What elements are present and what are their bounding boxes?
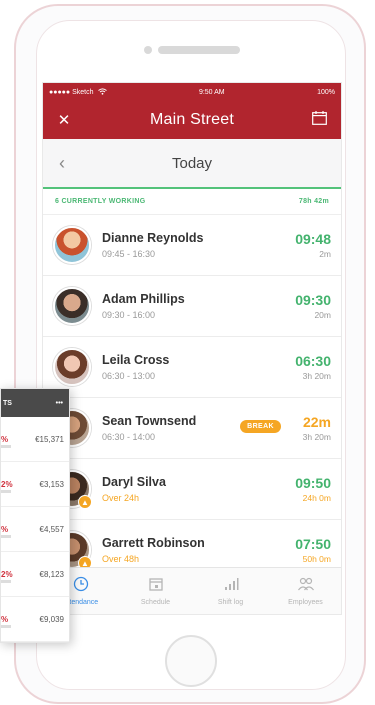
elapsed-time: 2m [319,249,331,259]
working-count-label: 6 CURRENTLY WORKING [55,198,146,205]
clock-in-time: 09:50 [295,475,331,491]
clock-in-time: 09:30 [295,292,331,308]
percent-change: 2% [1,569,13,579]
tab-employees[interactable]: Employees [268,568,341,614]
tab-label: Employees [288,599,323,606]
amount: €15,371 [35,434,64,444]
percent-change: % [1,434,9,444]
break-duration: 22m [302,414,331,430]
more-icon[interactable]: ••• [56,400,63,407]
amount: €3,153 [39,479,64,489]
list-item[interactable]: Sean Townsend 06:30 - 14:00 BREAK 22m 3h… [43,398,341,459]
percent-change: 2% [1,479,13,489]
working-summary: 6 CURRENTLY WORKING 78h 42m [43,189,341,215]
status-time: 9:50 AM [198,88,225,96]
employee-name: Leila Cross [102,353,170,367]
avatar [53,287,91,325]
tab-shift-log[interactable]: Shift log [193,568,268,614]
table-row: 2% €8,123 [1,552,69,597]
chevron-left-icon[interactable]: ‹ [59,153,65,174]
warning-icon: ▲ [78,495,92,509]
bar-chart-icon [223,576,239,596]
table-row: % €15,371 [1,417,69,462]
tab-label: Schedule [140,599,171,606]
clock-icon [73,576,89,596]
clock-in-time: 09:48 [295,231,331,247]
tab-schedule[interactable]: Schedule [118,568,193,614]
percent-change: % [1,524,9,534]
percent-change: % [1,614,9,624]
page-title: Main Street [149,111,234,128]
list-item[interactable]: Leila Cross 06:30 - 13:00 06:30 3h 20m [43,337,341,398]
elapsed-time: 50h 0m [302,554,331,564]
card-header: TS ••• [1,389,69,417]
shift-time: Over 48h [102,554,140,564]
table-row: % €9,039 [1,597,69,642]
close-icon[interactable]: ✕ [55,111,73,129]
employee-name: Daryl Silva [102,475,166,489]
battery-label: 100% [317,88,335,96]
employee-name: Dianne Reynolds [102,231,204,245]
list-item[interactable]: Dianne Reynolds 09:45 - 16:30 09:48 2m [43,215,341,276]
employee-list: Dianne Reynolds 09:45 - 16:30 09:48 2m A… [43,215,341,581]
list-item[interactable]: ▲ Daryl Silva Over 24h 09:50 24h 0m [43,459,341,520]
calendar-icon[interactable] [311,111,329,129]
people-icon [297,576,315,596]
shift-time: 09:30 - 16:00 [102,310,156,320]
tab-label: Shift log [217,599,244,606]
amount: €8,123 [39,569,64,579]
elapsed-time: 20m [314,310,331,320]
elapsed-time: 24h 0m [302,493,331,503]
card-title: TS [3,399,12,407]
elapsed-time: 3h 20m [302,371,331,381]
avatar [53,226,91,264]
table-row: 2% €3,153 [1,462,69,507]
app-screen: ●●●●● Sketch 9:50 AM 100% ✕ Main Street … [42,82,342,615]
date-selector: ‹ Today [43,139,341,189]
employee-name: Garrett Robinson [102,536,205,550]
elapsed-time: 3h 20m [302,432,331,442]
report-card: TS ••• % €15,371 2% €3,153 % €4,557 2% €… [0,388,70,643]
nav-bar: ✕ Main Street [43,101,341,139]
employee-name: Adam Phillips [102,292,185,306]
list-item[interactable]: Adam Phillips 09:30 - 16:00 09:30 20m [43,276,341,337]
amount: €9,039 [39,614,64,624]
home-button[interactable] [165,635,217,687]
shift-time: 09:45 - 16:30 [102,249,156,259]
table-row: % €4,557 [1,507,69,552]
shift-time: Over 24h [102,493,140,503]
calendar-icon [148,576,164,596]
amount: €4,557 [39,524,64,534]
clock-in-time: 06:30 [295,353,331,369]
avatar [53,348,91,386]
wifi-icon [97,87,107,97]
carrier-label: ●●●●● Sketch [49,88,94,96]
clock-in-time: 07:50 [295,536,331,552]
phone-speaker [144,46,240,54]
shift-time: 06:30 - 13:00 [102,371,156,381]
shift-time: 06:30 - 14:00 [102,432,156,442]
status-bar: ●●●●● Sketch 9:50 AM 100% [43,83,341,101]
total-hours: 78h 42m [298,198,329,205]
date-label: Today [171,154,213,172]
break-badge: BREAK [240,420,281,433]
tab-bar: Attendance Schedule Shift log Employees [43,567,341,614]
